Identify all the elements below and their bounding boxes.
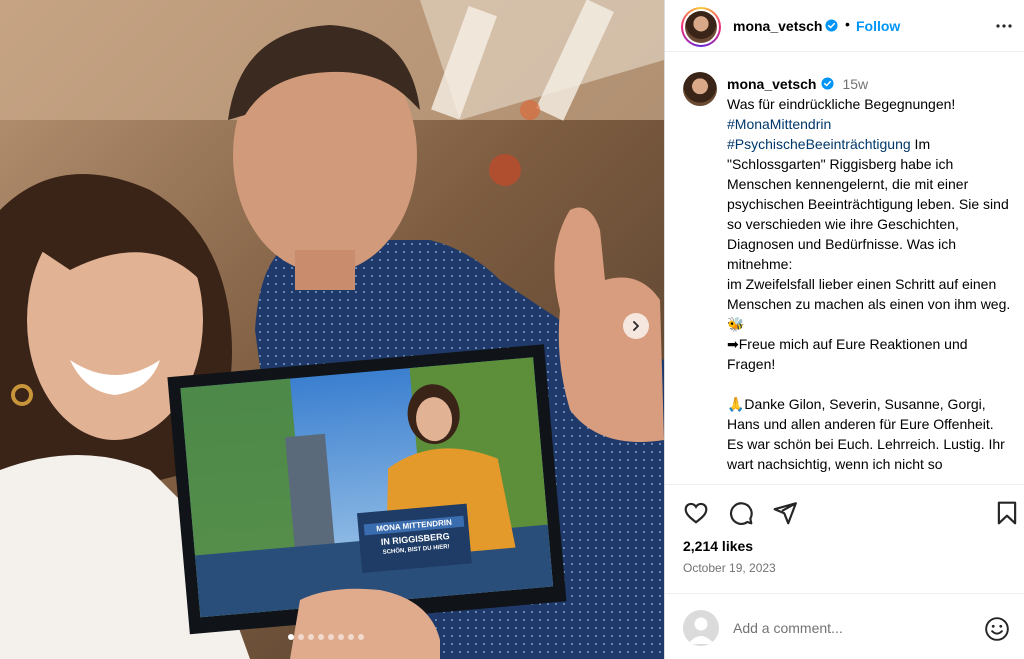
comment-icon[interactable] bbox=[728, 500, 754, 526]
heart-icon[interactable] bbox=[683, 500, 709, 526]
comment-box bbox=[665, 593, 1024, 659]
post-panel: mona_vetsch • Follow mona_vetsch 15w Was … bbox=[664, 0, 1024, 659]
carousel-dot bbox=[308, 634, 314, 640]
avatar bbox=[683, 610, 719, 646]
avatar[interactable] bbox=[681, 7, 721, 47]
carousel-dot bbox=[298, 634, 304, 640]
carousel-dot bbox=[318, 634, 324, 640]
follow-button[interactable]: Follow bbox=[856, 18, 900, 34]
next-slide-button[interactable] bbox=[623, 313, 649, 339]
post-actions: 2,214 likes October 19, 2023 bbox=[665, 484, 1024, 659]
caption-username[interactable]: mona_vetsch bbox=[727, 76, 816, 92]
post-date: October 19, 2023 bbox=[683, 561, 776, 575]
carousel-dot bbox=[358, 634, 364, 640]
share-icon[interactable] bbox=[772, 500, 798, 526]
caption-intro: Was für eindrückliche Begegnungen! bbox=[727, 96, 956, 112]
comment-input[interactable] bbox=[733, 614, 973, 642]
caption-text: Es war schön bei Euch. Lehrreich. Lustig… bbox=[727, 436, 1009, 472]
caption-text: im Zweifelsfall lieber einen Schritt auf… bbox=[727, 276, 1015, 332]
photo-scene bbox=[0, 0, 664, 659]
caption-text: 🙏Danke Gilon, Severin, Susanne, Gorgi, H… bbox=[727, 396, 994, 432]
bookmark-icon[interactable] bbox=[994, 500, 1020, 526]
hashtag-link[interactable]: #PsychischeBeeinträchtigung bbox=[727, 136, 911, 152]
post-time[interactable]: 15w bbox=[842, 76, 868, 92]
emoji-icon[interactable] bbox=[984, 616, 1010, 642]
hashtag-link[interactable]: #MonaMittendrin bbox=[727, 116, 831, 132]
caption-avatar[interactable] bbox=[683, 72, 717, 106]
like-count[interactable]: 2,214 likes bbox=[683, 538, 753, 554]
verified-badge-icon bbox=[825, 19, 838, 32]
caption-text: Im "Schlossgarten" Riggisberg habe ich M… bbox=[727, 136, 1013, 272]
header-separator: • bbox=[845, 16, 850, 32]
carousel-dot bbox=[348, 634, 354, 640]
post-header: mona_vetsch • Follow bbox=[665, 0, 1024, 52]
caption: mona_vetsch 15w Was für eindrückliche Beg… bbox=[727, 74, 1015, 474]
carousel-indicator bbox=[288, 634, 364, 640]
author-username[interactable]: mona_vetsch bbox=[733, 18, 822, 34]
carousel-dot bbox=[328, 634, 334, 640]
caption-area[interactable]: mona_vetsch 15w Was für eindrückliche Beg… bbox=[665, 52, 1024, 484]
more-options-icon[interactable] bbox=[995, 18, 1013, 34]
post-photo[interactable]: MONA MITTENDRIN IN RIGGISBERG SCHÖN, BIS… bbox=[0, 0, 664, 659]
verified-badge-icon bbox=[821, 77, 835, 90]
chevron-right-icon bbox=[633, 321, 639, 331]
carousel-dot bbox=[288, 634, 294, 640]
carousel-dot bbox=[338, 634, 344, 640]
caption-text: ➡Freue mich auf Eure Reaktionen und Frag… bbox=[727, 336, 972, 372]
